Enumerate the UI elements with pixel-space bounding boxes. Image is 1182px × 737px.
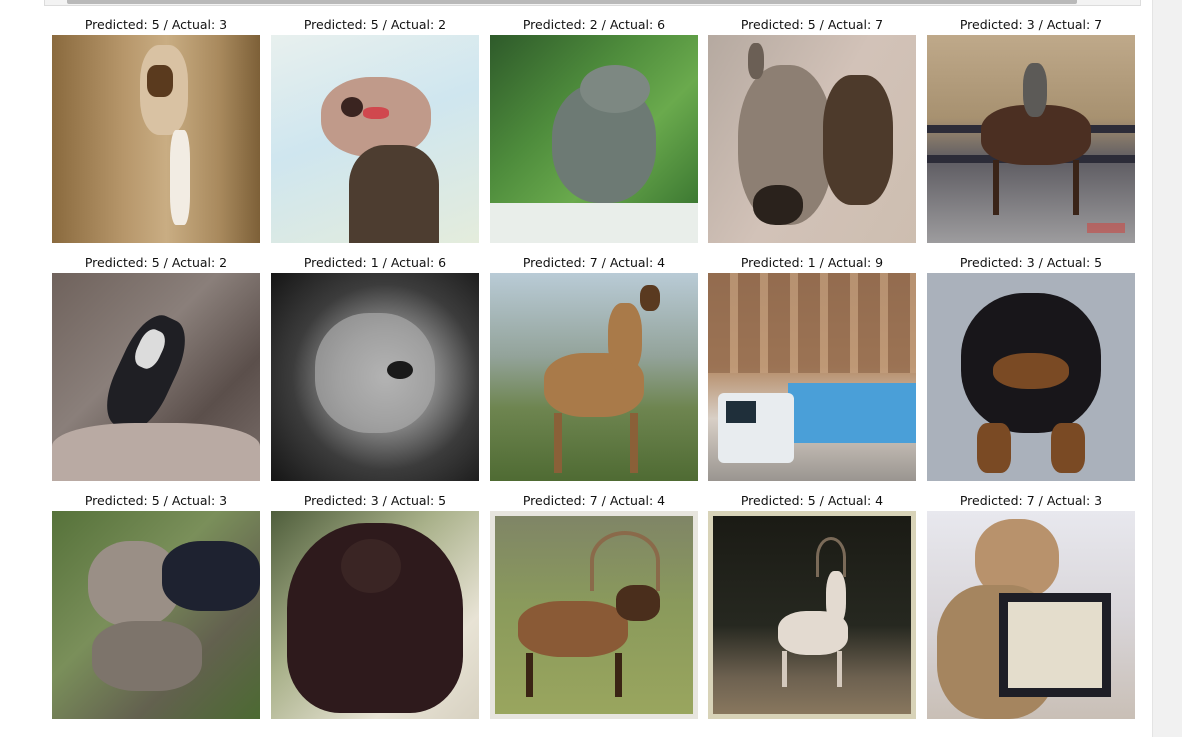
dog-face [341,539,401,593]
prediction-title: Predicted: 5 / Actual: 4 [740,493,884,508]
prediction-title: Predicted: 7 / Actual: 4 [522,493,666,508]
prediction-figure-grid: Predicted: 5 / Actual: 3 Predicted: 5 / … [0,0,1150,737]
deer-neck [826,571,846,625]
prediction-title: Predicted: 5 / Actual: 7 [740,17,884,32]
image-thumbnail [490,35,698,243]
image-thumbnail [52,35,260,243]
image-thumbnail [490,511,698,719]
image-thumbnail [52,511,260,719]
building-windows [708,273,916,373]
cat-body [92,621,202,691]
ostrich-eye [341,97,363,117]
image-thumbnail [708,35,916,243]
puppy-face-tan [993,353,1069,389]
prediction-title: Predicted: 7 / Actual: 4 [522,255,666,270]
image-thumbnail [490,273,698,481]
elk-body [518,601,628,657]
white-surface [490,203,698,243]
prediction-title: Predicted: 1 / Actual: 6 [303,255,447,270]
rock [52,423,260,481]
deer-legs [782,651,842,687]
image-thumbnail [52,273,260,481]
elk-antlers [590,531,660,591]
deer-legs [554,413,638,473]
frog-eye [387,361,413,379]
image-thumbnail [927,273,1135,481]
picture-frame [999,593,1111,697]
prediction-title: Predicted: 5 / Actual: 3 [84,17,228,32]
cat-patch [147,65,173,97]
ostrich-beak [363,107,389,119]
frog-head [580,65,650,113]
deer-ear [640,285,660,311]
image-thumbnail [927,511,1135,719]
prediction-title: Predicted: 2 / Actual: 6 [522,17,666,32]
prediction-title: Predicted: 3 / Actual: 7 [959,17,1103,32]
image-thumbnail [271,511,479,719]
image-thumbnail [271,273,479,481]
elk-head [616,585,660,621]
image-thumbnail [708,273,916,481]
ostrich-neck [349,145,439,243]
puppy-leg [977,423,1011,473]
prediction-title: Predicted: 1 / Actual: 9 [740,255,884,270]
cat-leg [170,130,190,225]
bird-body [95,306,197,440]
puppy-leg [1051,423,1085,473]
image-thumbnail [271,35,479,243]
horse-legs [993,160,1079,215]
prediction-title: Predicted: 3 / Actual: 5 [959,255,1103,270]
image-thumbnail [927,35,1135,243]
deer-antlers [816,537,846,577]
prediction-title: Predicted: 7 / Actual: 3 [959,493,1103,508]
dark-shape [162,541,260,611]
horse-ear [748,43,764,79]
rider [1023,63,1047,117]
horse-mane [823,75,893,205]
prediction-title: Predicted: 5 / Actual: 2 [303,17,447,32]
deer-neck [608,303,642,373]
elk-legs [526,653,622,697]
prediction-title: Predicted: 5 / Actual: 3 [84,493,228,508]
horse-muzzle [753,185,803,225]
truck-window [726,401,756,423]
page-vertical-scrollbar[interactable] [1152,0,1182,737]
image-thumbnail [708,511,916,719]
watermark-text [1087,223,1125,233]
prediction-title: Predicted: 3 / Actual: 5 [303,493,447,508]
prediction-title: Predicted: 5 / Actual: 2 [84,255,228,270]
frog-face [315,313,435,433]
truck-trailer [788,383,916,443]
